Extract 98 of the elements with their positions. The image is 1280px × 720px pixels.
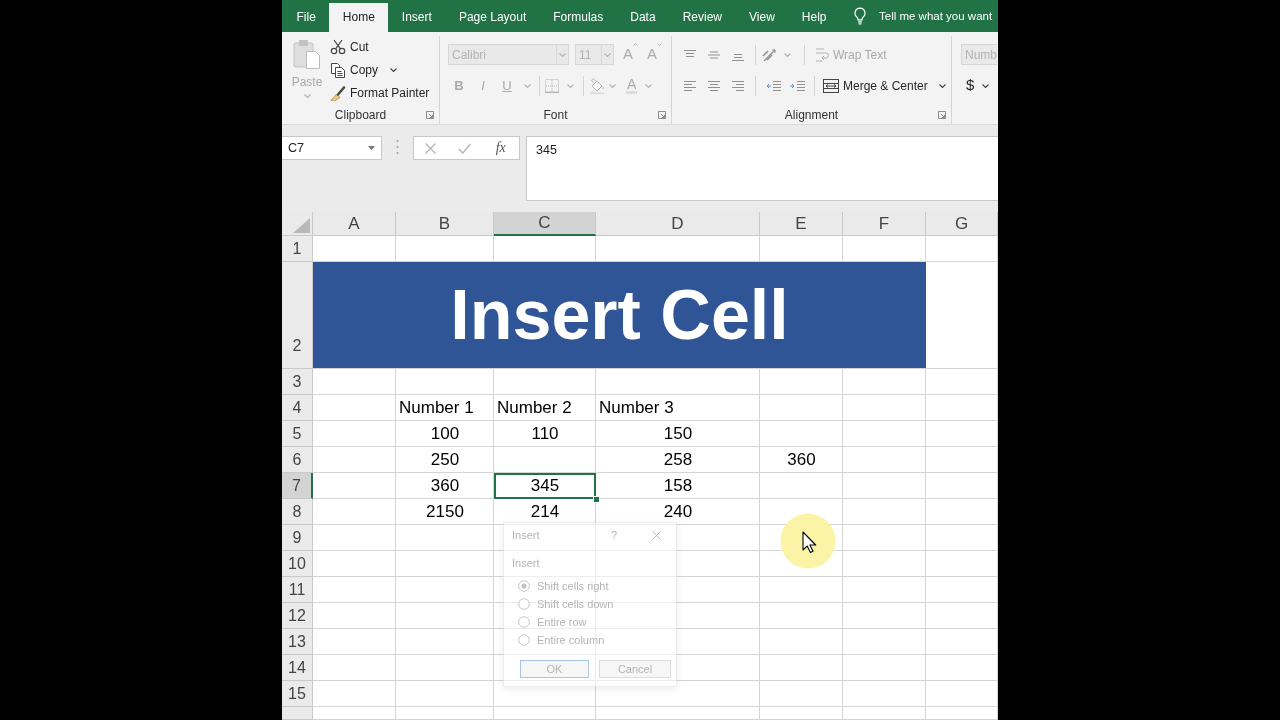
row-header[interactable]: 15 — [282, 681, 313, 707]
ribbon-tab[interactable]: File — [283, 3, 330, 32]
table-cell-text: 214 — [529, 501, 561, 524]
caret-down-icon[interactable] — [368, 146, 375, 150]
radio-icon[interactable] — [518, 580, 530, 592]
dialog-launcher-icon[interactable] — [938, 111, 946, 119]
cut-button[interactable]: Cut — [330, 36, 430, 58]
radio-icon[interactable] — [518, 598, 530, 610]
row-header[interactable]: 4 — [282, 395, 313, 421]
caret-down-icon — [657, 43, 663, 47]
copy-button[interactable]: Copy — [330, 59, 430, 81]
radio-icon[interactable] — [518, 634, 530, 646]
dialog-launcher-icon[interactable] — [658, 111, 666, 119]
radio-icon[interactable] — [518, 616, 530, 628]
name-box-field[interactable]: C7 — [282, 136, 382, 160]
table-cell-text: 250 — [429, 449, 461, 472]
paint-bucket-icon[interactable] — [589, 77, 605, 94]
group-label: Font — [543, 107, 568, 124]
tell-me-search[interactable]: Tell me what you want — [879, 0, 993, 32]
ribbon-tab[interactable]: Data — [616, 3, 670, 32]
row-header[interactable]: 11 — [282, 577, 313, 603]
row-header[interactable]: 3 — [282, 369, 313, 395]
ribbon-tab[interactable]: Formulas — [539, 3, 617, 32]
format-painter-button[interactable]: Format Painter — [330, 82, 430, 104]
enter-icon[interactable] — [458, 142, 472, 154]
table-cell-text: Number 2 — [496, 397, 573, 420]
close-icon — [651, 530, 661, 540]
select-all-icon — [293, 218, 310, 233]
row-header[interactable]: 7 — [282, 473, 313, 499]
title-banner: Insert Cell — [313, 262, 926, 368]
caret-icon[interactable] — [390, 68, 397, 72]
column-header[interactable]: F — [843, 212, 926, 236]
table-cell-text: Number 1 — [398, 397, 475, 420]
table-cell-text: 360 — [786, 449, 817, 472]
row-header[interactable]: 5 — [282, 421, 313, 447]
cancel-icon[interactable] — [425, 142, 437, 154]
grip-icon[interactable] — [396, 139, 399, 155]
formula-field[interactable]: 345 — [526, 136, 998, 201]
row-header[interactable] — [282, 707, 313, 720]
row-header[interactable]: 14 — [282, 655, 313, 681]
group-label: Insert — [512, 556, 541, 571]
wrap-text-icon — [815, 46, 829, 63]
cursor-icon — [780, 513, 836, 569]
dialog-launcher-icon[interactable] — [426, 111, 434, 119]
column-header[interactable]: E — [760, 212, 843, 236]
align-center-icon[interactable] — [708, 79, 720, 92]
middle-align-icon[interactable] — [708, 48, 720, 61]
table-cell-text: 150 — [662, 423, 694, 446]
row-header[interactable]: 1 — [282, 236, 313, 262]
ribbon-tab[interactable]: Home — [329, 3, 389, 32]
scissors-icon — [330, 39, 346, 55]
copy-icon — [330, 62, 346, 78]
slanted-arrow-icon[interactable] — [761, 46, 779, 63]
table-cell-text: 360 — [429, 475, 461, 498]
caret-icon[interactable] — [982, 83, 990, 88]
caret-up-icon — [633, 43, 638, 47]
row-header[interactable]: 10 — [282, 551, 313, 577]
table-cell-text: 158 — [662, 475, 694, 498]
merge-cells-icon — [823, 78, 839, 93]
select-all-button[interactable] — [282, 212, 313, 236]
table-cell-text: 100 — [429, 423, 461, 446]
column-header[interactable]: C — [494, 212, 596, 236]
insert-function-button[interactable]: fx — [493, 141, 508, 155]
grid-border-icon[interactable] — [545, 78, 559, 93]
table-cell-text: 258 — [662, 449, 694, 472]
lightbulb-icon[interactable] — [853, 7, 867, 25]
table-cell-text: 2150 — [425, 501, 465, 524]
increase-indent-icon[interactable] — [789, 79, 805, 92]
merge-center-button[interactable]: Merge & Center — [823, 76, 928, 95]
table-cell-text: 240 — [662, 501, 694, 524]
caret-icon[interactable] — [938, 83, 946, 88]
table-cell-text: Number 3 — [598, 397, 675, 420]
row-header[interactable]: 9 — [282, 525, 313, 551]
table-cell-text: 110 — [530, 423, 560, 446]
align-right-icon[interactable] — [732, 79, 744, 92]
ribbon-tab[interactable]: Page Layout — [445, 3, 540, 32]
row-header[interactable]: 8 — [282, 499, 313, 525]
paintbrush-icon — [330, 85, 346, 101]
group-label: Clipboard — [334, 107, 387, 124]
currency-button[interactable]: $ — [966, 74, 975, 97]
decrease-indent-icon[interactable] — [765, 79, 781, 92]
clipboard-icon — [292, 38, 322, 70]
column-header[interactable]: G — [926, 212, 998, 236]
fill-handle-icon[interactable] — [593, 496, 600, 503]
column-header[interactable]: A — [313, 212, 396, 236]
ribbon-tab[interactable]: Insert — [388, 3, 446, 32]
row-header[interactable]: 2 — [282, 262, 313, 369]
dialog-title: Insert — [512, 527, 541, 543]
ribbon-tab[interactable]: View — [735, 3, 789, 32]
column-header[interactable]: D — [596, 212, 760, 236]
column-header[interactable]: B — [396, 212, 494, 236]
group-label: Alignment — [784, 107, 839, 124]
row-header[interactable]: 13 — [282, 629, 313, 655]
align-left-icon[interactable] — [684, 79, 696, 92]
row-header[interactable]: 12 — [282, 603, 313, 629]
row-header[interactable]: 6 — [282, 447, 313, 473]
ribbon-tab[interactable]: Review — [669, 3, 736, 32]
ribbon-tab[interactable]: Help — [788, 3, 840, 32]
